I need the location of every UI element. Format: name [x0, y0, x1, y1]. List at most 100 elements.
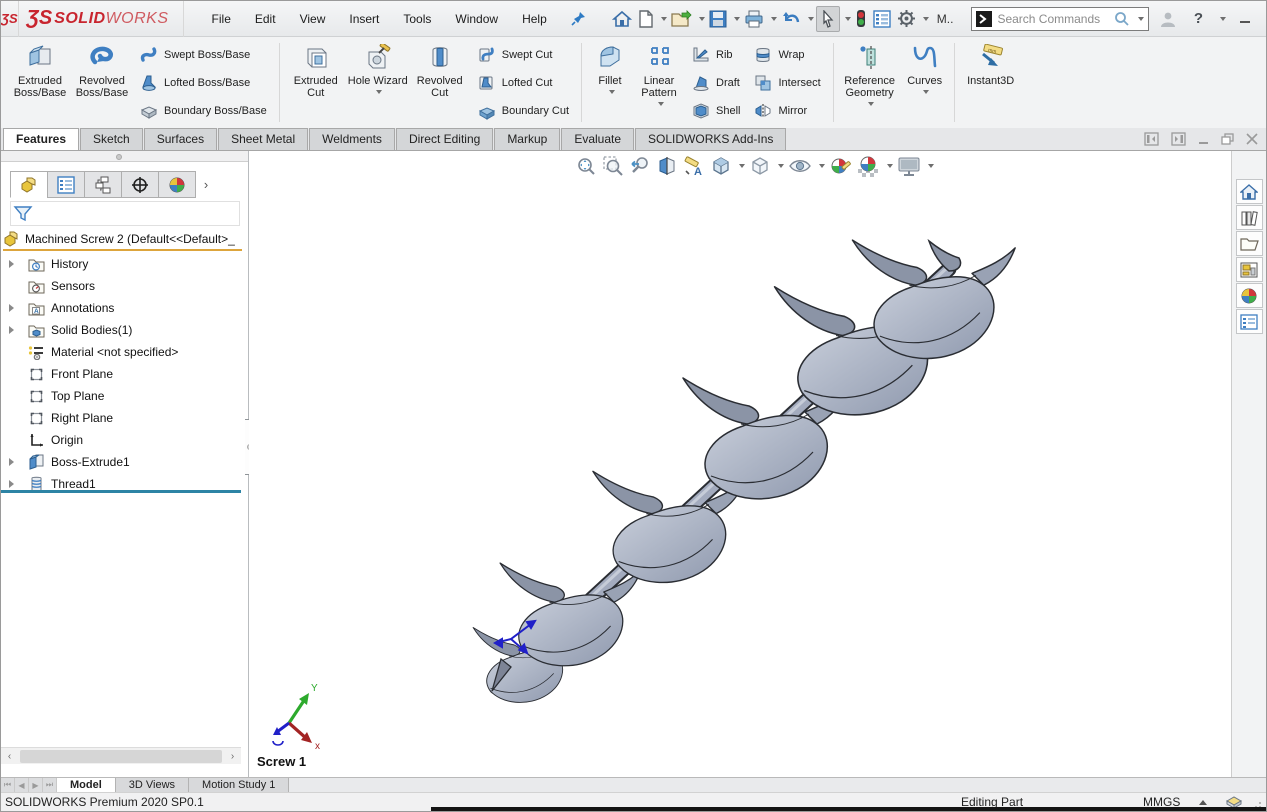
sign-in-user-icon[interactable] [1159, 10, 1177, 28]
fillet-button[interactable]: Fillet [587, 39, 633, 126]
extruded-cut-button[interactable]: Extruded Cut [285, 39, 347, 126]
menu-tools[interactable]: Tools [393, 8, 441, 30]
hole-wizard-button[interactable]: Hole Wizard [347, 39, 409, 126]
overflow-label[interactable]: M.. [937, 12, 954, 26]
curves-button[interactable]: Curves [901, 39, 949, 126]
boundary-cut-button[interactable]: Boundary Cut [475, 99, 572, 123]
linear-pattern-button[interactable]: Linear Pattern [633, 39, 685, 126]
lofted-cut-button[interactable]: Lofted Cut [475, 71, 572, 95]
graphics-viewport[interactable]: A [249, 151, 1231, 777]
mirror-button[interactable]: Mirror [751, 99, 823, 123]
swept-cut-button[interactable]: Swept Cut [475, 43, 572, 67]
swept-boss-base-button[interactable]: Swept Boss/Base [137, 43, 270, 67]
lofted-boss-base-button[interactable]: Lofted Boss/Base [137, 71, 270, 95]
tab-scroll-first-icon[interactable]: ⏮ [1, 778, 15, 792]
appearances-icon[interactable] [1236, 283, 1263, 308]
home-icon[interactable] [610, 7, 634, 31]
home-icon[interactable] [1236, 179, 1263, 204]
property-manager-tab[interactable] [47, 171, 85, 198]
tab-evaluate[interactable]: Evaluate [561, 128, 634, 150]
menu-insert[interactable]: Insert [339, 8, 389, 30]
draft-button[interactable]: Draft [689, 71, 743, 95]
revolved-boss-base-button[interactable]: Revolved Boss/Base [71, 39, 133, 126]
new-dropdown-icon[interactable] [661, 17, 667, 21]
tree-root-item[interactable]: Machined Screw 2 (Default<<Default>_ [3, 229, 242, 251]
part-tree-tab[interactable] [10, 171, 48, 198]
tab-model[interactable]: Model [57, 778, 116, 792]
search-input[interactable] [997, 12, 1109, 26]
doc-restore-icon[interactable] [1221, 133, 1234, 145]
tab-markup[interactable]: Markup [494, 128, 560, 150]
doc-minimize-icon[interactable] [1198, 134, 1209, 145]
tree-item-boss-extrude[interactable]: Boss-Extrude1 [3, 451, 242, 473]
rebuild-traffic-light-icon[interactable] [853, 6, 869, 31]
extruded-boss-base-button[interactable]: Extruded Boss/Base [9, 39, 71, 126]
tree-item-sensors[interactable]: Sensors [3, 275, 242, 297]
linear-pattern-dropdown-icon[interactable] [658, 102, 664, 106]
file-explorer-icon[interactable] [1236, 231, 1263, 256]
tab-direct-editing[interactable]: Direct Editing [396, 128, 493, 150]
boundary-boss-base-button[interactable]: Boundary Boss/Base [137, 99, 270, 123]
magnifier-icon[interactable] [1114, 11, 1130, 27]
tree-item-material[interactable]: Material <not specified> [3, 341, 242, 363]
menu-view[interactable]: View [290, 8, 336, 30]
dimxpert-tab[interactable] [121, 171, 159, 198]
rib-button[interactable]: Rib [689, 43, 743, 67]
wrap-button[interactable]: Wrap [751, 43, 823, 67]
collapse-left-pane-icon[interactable] [1144, 132, 1159, 146]
menu-file[interactable]: File [202, 8, 241, 30]
tab-weldments[interactable]: Weldments [309, 128, 395, 150]
undo-dropdown-icon[interactable] [808, 17, 814, 21]
fillet-dropdown-icon[interactable] [609, 90, 615, 94]
reference-geometry-dropdown-icon[interactable] [868, 102, 874, 106]
tab-features[interactable]: Features [3, 128, 79, 150]
tree-item-history[interactable]: History [3, 253, 242, 275]
view-palette-icon[interactable] [1236, 257, 1263, 282]
curves-dropdown-icon[interactable] [923, 90, 929, 94]
hole-wizard-dropdown-icon[interactable] [376, 90, 382, 94]
menu-edit[interactable]: Edit [245, 8, 286, 30]
expand-arrow-icon[interactable] [3, 458, 19, 466]
open-icon[interactable] [669, 7, 694, 31]
print-dropdown-icon[interactable] [771, 17, 777, 21]
scroll-right-icon[interactable]: › [224, 748, 241, 765]
options-list-icon[interactable] [871, 7, 893, 31]
solidworks-app-icon[interactable]: ƷS [1, 1, 19, 37]
select-dropdown-icon[interactable] [845, 17, 851, 21]
tab-motion-study-1[interactable]: Motion Study 1 [189, 778, 289, 792]
screw-3d-model[interactable]: Y x [249, 151, 1231, 777]
select-cursor-icon[interactable] [816, 6, 840, 32]
minimize-icon[interactable] [1232, 8, 1258, 30]
settings-gear-icon[interactable] [895, 6, 918, 31]
filter-funnel-icon[interactable] [13, 205, 33, 223]
settings-dropdown-icon[interactable] [923, 17, 929, 21]
tab-surfaces[interactable]: Surfaces [144, 128, 217, 150]
tree-item-annotations[interactable]: A Annotations [3, 297, 242, 319]
help-question-icon[interactable]: ? [1185, 8, 1211, 30]
collapse-right-pane-icon[interactable] [1171, 132, 1186, 146]
search-dropdown-icon[interactable] [1138, 17, 1144, 21]
display-manager-tab[interactable] [158, 171, 196, 198]
doc-close-icon[interactable] [1246, 133, 1258, 145]
save-icon[interactable] [707, 7, 729, 31]
tree-item-top-plane[interactable]: Top Plane [3, 385, 242, 407]
scrollbar-thumb[interactable] [20, 750, 222, 763]
save-dropdown-icon[interactable] [734, 17, 740, 21]
intersect-button[interactable]: Intersect [751, 71, 823, 95]
open-dropdown-icon[interactable] [699, 17, 705, 21]
print-icon[interactable] [742, 7, 766, 31]
expand-arrow-icon[interactable] [3, 304, 19, 312]
tree-item-solid-bodies[interactable]: Solid Bodies(1) [3, 319, 242, 341]
configuration-manager-tab[interactable] [84, 171, 122, 198]
instant3d-button[interactable]: mm Instant3D [960, 39, 1022, 126]
rollback-bar[interactable] [1, 490, 241, 493]
tab-scroll-next-icon[interactable]: ▶ [29, 778, 43, 792]
tree-horizontal-scrollbar[interactable]: ‹ › [1, 747, 241, 764]
tree-item-origin[interactable]: Origin [3, 429, 242, 451]
revolved-cut-button[interactable]: Revolved Cut [409, 39, 471, 126]
menu-help[interactable]: Help [512, 8, 557, 30]
tree-item-right-plane[interactable]: Right Plane [3, 407, 242, 429]
tab-3d-views[interactable]: 3D Views [116, 778, 189, 792]
expand-arrow-icon[interactable] [3, 480, 19, 488]
shell-button[interactable]: Shell [689, 99, 743, 123]
